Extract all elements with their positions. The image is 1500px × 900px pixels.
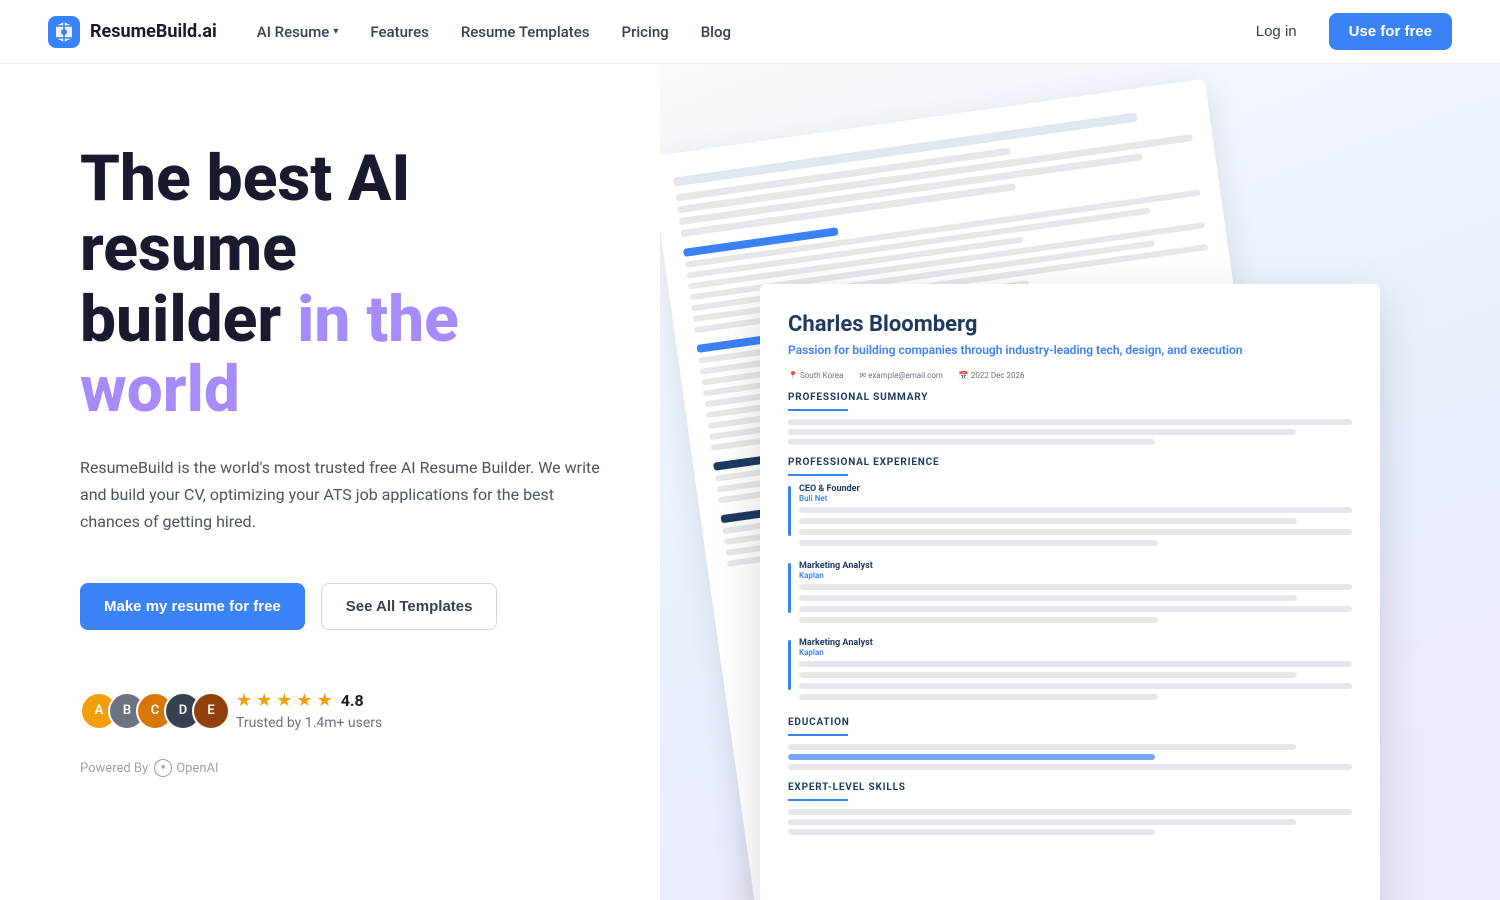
job3-company: Kaplan <box>799 648 1352 657</box>
avatar: E <box>192 692 230 730</box>
nav-link-resume-templates[interactable]: Resume Templates <box>461 23 590 41</box>
hero-title: The best AI resume builder in the world <box>80 144 612 426</box>
hero-right: Charles Bloomberg Passion for building c… <box>660 64 1500 900</box>
resume-section-education: EDUCATION <box>788 717 1352 728</box>
stars-row: ★ ★ ★ ★ ★ 4.8 <box>236 690 382 711</box>
openai-label: OpenAI <box>176 761 218 776</box>
hero-title-line1: The best AI resume <box>80 141 410 286</box>
nav-link-pricing[interactable]: Pricing <box>621 23 668 41</box>
resume-name: Charles Bloomberg <box>788 312 1352 337</box>
logo-text: ResumeBuild.ai <box>90 21 217 42</box>
chevron-down-icon: ▾ <box>333 26 338 37</box>
resume-section-summary: PROFESSIONAL SUMMARY <box>788 392 1352 403</box>
hero-left: The best AI resume builder in the world … <box>0 64 660 900</box>
job-entry-2: Marketing Analyst Kaplan <box>788 561 1352 628</box>
star-icon: ★ <box>256 690 272 711</box>
nav-left: ResumeBuild.ai AI Resume ▾ Features Resu… <box>48 16 731 48</box>
job1-title: CEO & Founder <box>799 484 1352 494</box>
nav-item-ai-resume[interactable]: AI Resume ▾ <box>257 23 339 41</box>
rating-block: ★ ★ ★ ★ ★ 4.8 Trusted by 1.4m+ users <box>236 690 382 731</box>
use-for-free-button[interactable]: Use for free <box>1329 13 1452 50</box>
job2-title: Marketing Analyst <box>799 561 1352 571</box>
star-icon: ★ <box>317 690 333 711</box>
job-entry-1: CEO & Founder Buli Net <box>788 484 1352 551</box>
resume-section-experience: PROFESSIONAL EXPERIENCE <box>788 457 1352 468</box>
see-templates-button[interactable]: See All Templates <box>321 583 498 630</box>
login-button[interactable]: Log in <box>1240 15 1313 48</box>
nav-link-features[interactable]: Features <box>370 23 428 41</box>
job1-company: Buli Net <box>799 494 1352 503</box>
nav-links: AI Resume ▾ Features Resume Templates Pr… <box>257 22 731 41</box>
make-resume-button[interactable]: Make my resume for free <box>80 583 305 630</box>
resume-foreground: Charles Bloomberg Passion for building c… <box>760 284 1380 900</box>
job3-title: Marketing Analyst <box>799 638 1352 648</box>
hero-title-line2-plain: builder <box>80 282 297 357</box>
resume-section-skills: EXPERT-LEVEL SKILLS <box>788 782 1352 793</box>
nav-right: Log in Use for free <box>1240 13 1452 50</box>
social-proof: A B C D E ★ ★ ★ ★ ★ 4.8 Trusted by 1.4m+… <box>80 690 612 731</box>
navbar: ResumeBuild.ai AI Resume ▾ Features Resu… <box>0 0 1500 64</box>
hero-buttons: Make my resume for free See All Template… <box>80 583 612 630</box>
openai-logo: ✦ OpenAI <box>154 759 218 777</box>
nav-item-blog[interactable]: Blog <box>701 22 731 41</box>
nav-link-ai-resume[interactable]: AI Resume ▾ <box>257 23 339 41</box>
avatars: A B C D E <box>80 692 220 730</box>
nav-link-blog[interactable]: Blog <box>701 23 731 41</box>
openai-icon: ✦ <box>154 759 172 777</box>
job2-company: Kaplan <box>799 571 1352 580</box>
nav-item-features[interactable]: Features <box>370 22 428 41</box>
star-icon: ★ <box>276 690 292 711</box>
star-icon: ★ <box>296 690 312 711</box>
resume-stack: Charles Bloomberg Passion for building c… <box>660 84 1500 900</box>
main-content: The best AI resume builder in the world … <box>0 64 1500 900</box>
logo-icon <box>48 16 80 48</box>
trust-text: Trusted by 1.4m+ users <box>236 715 382 731</box>
star-icon: ★ <box>236 690 252 711</box>
nav-item-pricing[interactable]: Pricing <box>621 22 668 41</box>
rating-number: 4.8 <box>341 691 364 710</box>
powered-by: Powered By ✦ OpenAI <box>80 759 612 777</box>
nav-item-resume-templates[interactable]: Resume Templates <box>461 22 590 41</box>
resume-subtitle: Passion for building companies through i… <box>788 343 1352 357</box>
job-entry-3: Marketing Analyst Kaplan <box>788 638 1352 705</box>
logo-link[interactable]: ResumeBuild.ai <box>48 16 217 48</box>
hero-description: ResumeBuild is the world's most trusted … <box>80 454 612 536</box>
